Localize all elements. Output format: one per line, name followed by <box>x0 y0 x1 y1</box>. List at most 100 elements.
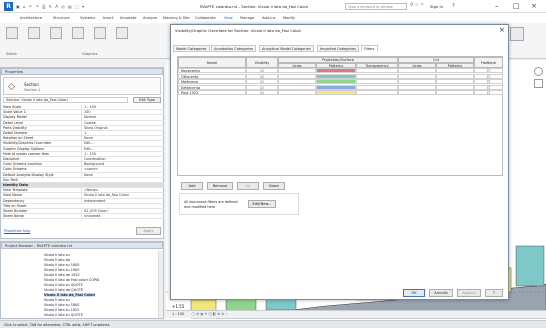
projection-pattern-swatch[interactable] <box>316 90 356 95</box>
visibility-checkbox[interactable]: ☑ <box>246 73 278 79</box>
quick-access-toolbar[interactable]: ▣ ⌂ ↶ ↷ ⎙ ✎ A ◎ ▤ ⬚ ▾ <box>16 4 146 9</box>
browser-item[interactable]: Vicolo Il lato su 1800 <box>44 263 79 267</box>
view-scale-label[interactable]: 1 : 100 <box>172 312 184 316</box>
browser-item[interactable]: Vicolo Il lato da <box>44 258 70 262</box>
override-cell[interactable] <box>398 73 436 79</box>
steering-wheel-icon[interactable] <box>534 67 543 76</box>
tab-annotation-categories[interactable]: Annotation Categories <box>211 45 257 52</box>
tab-view[interactable]: View <box>224 16 233 20</box>
visibility-checkbox[interactable]: ☑ <box>246 84 278 90</box>
navigation-bar[interactable] <box>534 67 544 107</box>
halftone-checkbox[interactable]: ☐ <box>474 84 503 90</box>
down-button[interactable]: Down <box>263 182 285 190</box>
view-control-icons[interactable]: ▢ ◔ ◑ ☀ ◫ ◧ ⊕ ⊘ ⌁ <box>191 312 227 316</box>
type-selector[interactable]: ◇ Section Section 1 <box>3 77 161 95</box>
property-value[interactable]: Unnamed <box>81 214 164 220</box>
override-cell[interactable] <box>436 79 474 84</box>
tab-add-ins[interactable]: Add-Ins <box>262 16 275 20</box>
dialog-close-icon[interactable]: × <box>499 26 505 34</box>
edit-type-button[interactable]: Edit Type <box>133 97 161 103</box>
override-cell[interactable] <box>356 73 398 79</box>
apply-dialog-button[interactable]: Applica <box>457 289 481 297</box>
override-cell[interactable] <box>278 84 316 90</box>
browser-item[interactable]: Vicolo Il lato su QUOTE <box>44 313 83 317</box>
override-cell[interactable] <box>398 79 436 84</box>
browser-item[interactable]: Vicolo Il lato da QUOTE <box>44 288 83 292</box>
revit-logo[interactable]: R <box>4 2 13 11</box>
browser-item[interactable]: Vicolo Il lato da_Fasi Colori <box>44 293 96 297</box>
override-cell[interactable] <box>278 79 316 84</box>
view-templates-icon[interactable] <box>28 27 40 39</box>
help-icon[interactable]: ? <box>452 3 455 9</box>
browser-item[interactable]: Vicolo Il lato su QUOTE <box>44 283 83 287</box>
override-cell[interactable] <box>356 79 398 84</box>
tab-insert[interactable]: Insert <box>103 16 113 20</box>
ok-button[interactable]: OK <box>403 289 425 297</box>
modify-tool-icon[interactable] <box>6 27 18 39</box>
tab-modify[interactable]: Modify <box>283 16 295 20</box>
browser-item[interactable]: Vicolo Il lato da Fasi colori COPIA <box>44 278 99 282</box>
tab-manage[interactable]: Manage <box>240 16 254 20</box>
override-cell[interactable] <box>278 90 316 95</box>
override-cell[interactable] <box>278 73 316 79</box>
visibility-checkbox[interactable]: ☑ <box>246 90 278 95</box>
sign-in-button[interactable]: Sign In <box>430 4 443 9</box>
override-cell[interactable] <box>278 68 316 73</box>
maximize-icon[interactable]: □ <box>513 2 520 10</box>
properties-help-link[interactable]: Properties help <box>4 229 30 233</box>
halftone-checkbox[interactable]: ☐ <box>474 73 503 79</box>
override-cell[interactable] <box>356 84 398 90</box>
tab-architecture[interactable]: Architecture <box>20 16 42 20</box>
tab-annotate[interactable]: Annotate <box>120 16 136 20</box>
browser-item[interactable]: Vicolo Il lato su 1900 <box>44 268 79 272</box>
up-button[interactable]: Up <box>237 182 259 190</box>
override-cell[interactable] <box>436 73 474 79</box>
override-cell[interactable] <box>436 68 474 73</box>
add-button[interactable]: Add <box>181 182 203 190</box>
tab-collaborate[interactable]: Collaborate <box>195 16 216 20</box>
search-input[interactable]: Type a keyword or phrase <box>345 3 407 10</box>
property-row[interactable]: Sheet Name Unnamed <box>1 214 164 220</box>
instance-selector[interactable]: Section: Vicolo Il lato da_Fasi Colori <box>3 97 128 103</box>
override-cell[interactable] <box>398 84 436 90</box>
visibility-checkbox[interactable]: ☑ <box>246 79 278 84</box>
thin-lines-icon[interactable] <box>94 27 106 39</box>
browser-item[interactable]: Vicolo Il lato su <box>44 298 70 302</box>
view-control-bar[interactable]: 1 : 100 ▢ ◔ ◑ ☀ ◫ ◧ ⊕ ⊘ ⌁ <box>166 310 546 318</box>
tab-structure[interactable]: Structure <box>53 16 70 20</box>
visibility-checkbox[interactable]: ☑ <box>246 68 278 73</box>
override-cell[interactable] <box>436 90 474 95</box>
halftone-checkbox[interactable]: ☐ <box>474 79 503 84</box>
minimize-icon[interactable]: – <box>495 2 499 10</box>
tab-analytical-model-categories[interactable]: Analytical Model Categories <box>259 45 314 52</box>
projection-pattern-swatch[interactable] <box>316 68 356 73</box>
tab-massing-site[interactable]: Massing & Site <box>163 16 190 20</box>
filter-row[interactable]: Post 1922 ☑ ☐ <box>178 90 504 96</box>
tab-imported-categories[interactable]: Imported Categories <box>317 45 359 52</box>
close-icon[interactable]: × <box>531 2 537 10</box>
projection-pattern-swatch[interactable] <box>316 79 356 84</box>
apply-button[interactable]: Apply <box>136 227 161 235</box>
override-cell[interactable] <box>398 90 436 95</box>
visibility-graphics-icon[interactable] <box>50 27 62 39</box>
tab-filters[interactable]: Filters <box>361 45 378 52</box>
tab-analyze[interactable]: Analyze <box>143 16 157 20</box>
projection-pattern-swatch[interactable] <box>316 73 356 79</box>
override-cell[interactable] <box>356 68 398 73</box>
override-cell[interactable] <box>436 84 474 90</box>
halftone-checkbox[interactable]: ☐ <box>474 68 503 73</box>
halftone-checkbox[interactable]: ☐ <box>474 90 503 95</box>
browser-item[interactable]: Vicolo Il lato da 1922 <box>44 273 80 277</box>
sheet-composition-icon[interactable] <box>510 27 524 41</box>
browser-item[interactable]: Vicolo Il lato su 1922 <box>44 308 79 312</box>
browser-item[interactable]: Vicolo Il lato su 1800 <box>44 303 79 307</box>
tab-model-categories[interactable]: Model Categories <box>173 45 210 52</box>
tab-systems[interactable]: Systems <box>80 16 95 20</box>
show-hidden-lines-icon[interactable] <box>116 27 128 39</box>
toolbar-icons[interactable]: ⚲ ☆ ⚐ <box>410 3 424 8</box>
zoom-icon[interactable] <box>534 79 543 88</box>
projection-pattern-swatch[interactable] <box>316 84 356 90</box>
browser-scrollbar[interactable] <box>158 251 163 318</box>
browser-item[interactable]: Vicolo Il lato su <box>44 253 70 257</box>
remove-button[interactable]: Remove <box>207 182 233 190</box>
